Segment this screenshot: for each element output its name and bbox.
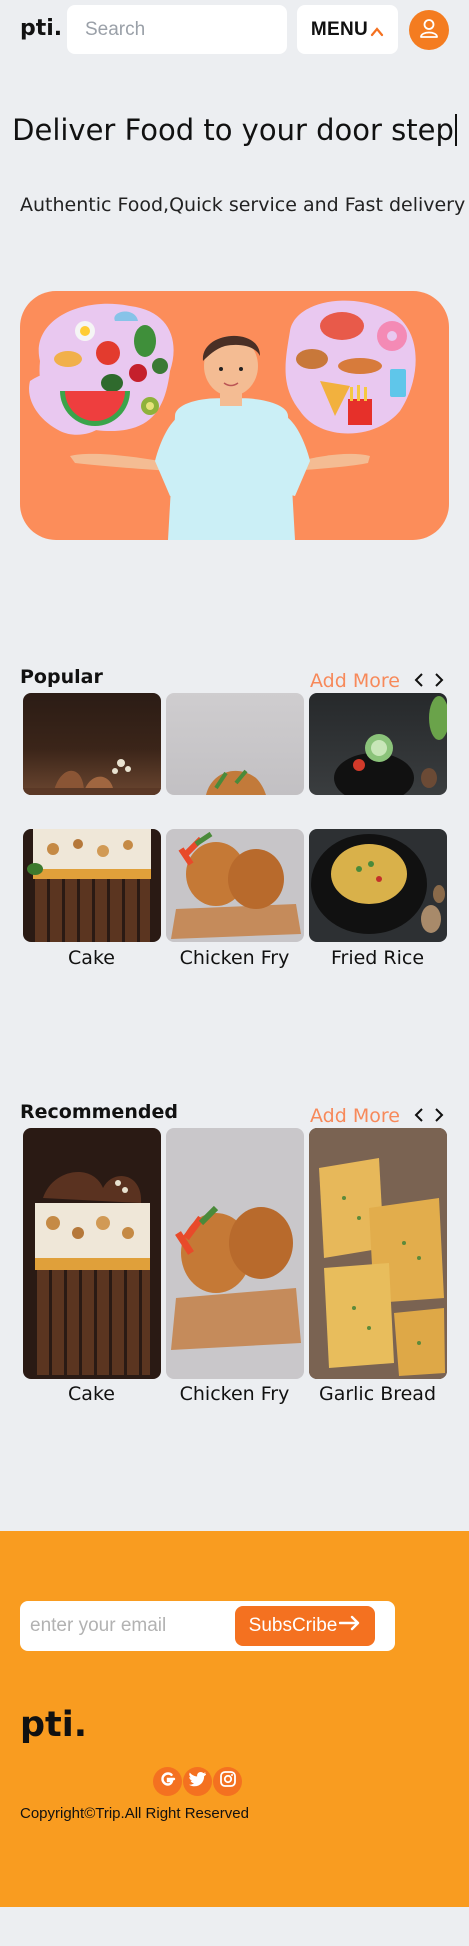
popular-item-label: Chicken Fry	[179, 947, 290, 969]
popular-cake-image-top[interactable]	[23, 693, 161, 795]
menu-label: MENU	[310, 18, 369, 40]
popular-title: Popular	[20, 666, 103, 688]
popular-carousel-controls	[412, 672, 446, 688]
chevron-left-icon[interactable]	[412, 672, 426, 688]
subscribe-form: SubsCribe	[20, 1601, 395, 1651]
email-input[interactable]	[30, 1601, 230, 1651]
popular-chicken-image[interactable]	[166, 829, 304, 942]
popular-fried-rice-image[interactable]	[309, 829, 447, 942]
chevron-right-icon[interactable]	[432, 672, 446, 688]
instagram-icon	[219, 1770, 237, 1793]
popular-chicken-image-top[interactable]	[166, 693, 304, 795]
menu-button[interactable]: MENU	[297, 5, 398, 54]
recommended-title: Recommended	[20, 1101, 178, 1123]
footer: SubsCribe pti. Copyright©Trip.All Right …	[0, 1531, 469, 1907]
popular-item-label: Cake	[68, 947, 115, 969]
popular-fried-rice-image-top[interactable]	[309, 693, 447, 795]
recommended-item-label: Cake	[68, 1383, 115, 1405]
user-icon	[418, 17, 440, 44]
popular-add-more-link[interactable]: Add More	[310, 670, 400, 692]
search-input[interactable]	[67, 5, 287, 54]
header: pti. MENU	[0, 0, 469, 60]
popular-item-label: Fried Rice	[330, 947, 425, 969]
user-account-button[interactable]	[409, 10, 449, 50]
popular-cake-image[interactable]	[23, 829, 161, 942]
recommended-add-more-link[interactable]: Add More	[310, 1105, 400, 1127]
footer-logo[interactable]: pti.	[20, 1705, 87, 1745]
instagram-link[interactable]	[213, 1767, 242, 1796]
social-links	[153, 1767, 243, 1796]
hero-banner	[20, 291, 449, 540]
copyright-text: Copyright©Trip.All Right Reserved	[20, 1805, 249, 1822]
recommended-cake-image[interactable]	[23, 1128, 161, 1379]
google-icon	[159, 1770, 177, 1793]
chevron-up-icon	[370, 23, 384, 37]
twitter-link[interactable]	[183, 1767, 212, 1796]
recommended-carousel-controls	[412, 1107, 446, 1123]
google-link[interactable]	[153, 1767, 182, 1796]
hero-title: Deliver Food to your door step	[0, 113, 469, 147]
typing-caret	[454, 114, 457, 146]
food-delivery-illustration	[29, 300, 416, 540]
arrow-right-icon	[339, 1615, 361, 1637]
chevron-left-icon[interactable]	[412, 1107, 426, 1123]
recommended-item-label: Chicken Fry	[179, 1383, 290, 1405]
logo[interactable]: pti.	[20, 16, 62, 41]
hero-subtitle: Authentic Food,Quick service and Fast de…	[20, 194, 466, 216]
subscribe-label: SubsCribe	[248, 1615, 338, 1636]
recommended-garlic-bread-image[interactable]	[309, 1128, 447, 1379]
recommended-chicken-image[interactable]	[166, 1128, 304, 1379]
chevron-right-icon[interactable]	[432, 1107, 446, 1123]
recommended-item-label: Garlic Bread	[318, 1383, 437, 1405]
twitter-icon	[188, 1771, 207, 1792]
subscribe-button[interactable]: SubsCribe	[235, 1606, 375, 1646]
